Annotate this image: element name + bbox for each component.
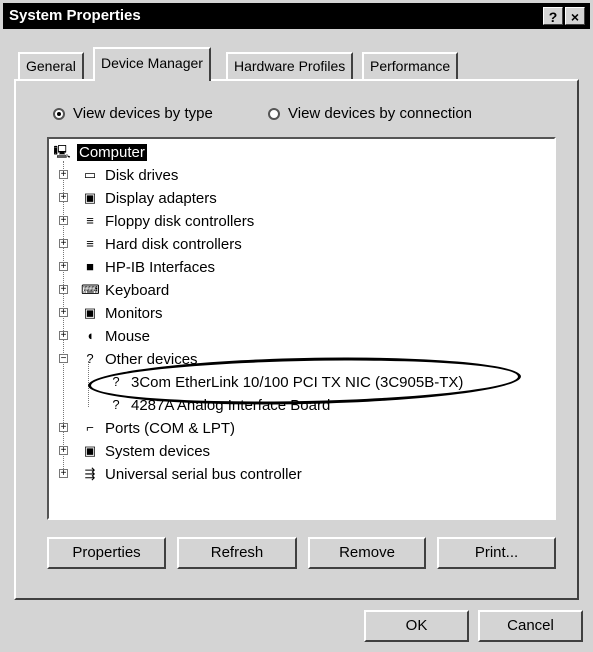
tree-item-label: Monitors xyxy=(105,304,163,322)
monitor-icon: ▣ xyxy=(83,305,97,320)
tree-item-label: HP-IB Interfaces xyxy=(105,258,216,276)
tree-root-computer[interactable]: 🖳 Computer xyxy=(53,141,147,163)
expand-icon[interactable]: + xyxy=(59,331,68,341)
keyboard-icon: ⌨ xyxy=(81,282,100,297)
properties-button[interactable]: Properties xyxy=(47,537,166,569)
tree-item-hp-ib-interfaces[interactable]: + ■ HP-IB Interfaces xyxy=(59,256,215,278)
tree-item-label: Ports (COM & LPT) xyxy=(105,419,236,437)
window-title: System Properties xyxy=(9,7,141,24)
expand-icon[interactable]: + xyxy=(59,469,68,479)
tree-item-label: Display adapters xyxy=(105,189,217,207)
tab-general[interactable]: General xyxy=(18,52,84,79)
system-properties-window: System Properties ? × General Device Man… xyxy=(0,0,593,652)
question-icon: ? xyxy=(112,397,120,412)
tree-item-floppy-disk-controllers[interactable]: + ≡ Floppy disk controllers xyxy=(59,210,254,232)
tree-item-ports[interactable]: + ⌐ Ports (COM & LPT) xyxy=(59,417,235,439)
tree-item-label: Universal serial bus controller xyxy=(105,465,302,483)
tree-item-label: Disk drives xyxy=(105,166,179,184)
system-device-icon: ▣ xyxy=(83,443,97,458)
tree-item-usb-controller[interactable]: + ⇶ Universal serial bus controller xyxy=(59,463,302,485)
tree-item-monitors[interactable]: + ▣ Monitors xyxy=(59,302,163,324)
floppy-controller-icon: ≡ xyxy=(86,213,94,228)
help-button[interactable]: ? xyxy=(543,7,563,25)
view-by-connection-label: View devices by connection xyxy=(288,105,472,122)
tree-item-keyboard[interactable]: + ⌨ Keyboard xyxy=(59,279,169,301)
tree-item-label: Keyboard xyxy=(105,281,170,299)
tree-item-label: System devices xyxy=(105,442,211,460)
expand-icon[interactable]: + xyxy=(59,239,68,249)
remove-button[interactable]: Remove xyxy=(308,537,426,569)
port-icon: ⌐ xyxy=(86,420,94,435)
tree-item-mouse[interactable]: + ◖ Mouse xyxy=(59,325,150,347)
expand-icon[interactable]: + xyxy=(59,308,68,318)
tree-item-system-devices[interactable]: + ▣ System devices xyxy=(59,440,210,462)
device-tree[interactable]: 🖳 Computer + ▭ Disk drives + ▣ Display a… xyxy=(47,137,556,520)
tree-item-label: Hard disk controllers xyxy=(105,235,242,253)
hard-disk-controller-icon: ≡ xyxy=(86,236,94,251)
expand-icon[interactable]: + xyxy=(59,446,68,456)
tree-item-display-adapters[interactable]: + ▣ Display adapters xyxy=(59,187,217,209)
cancel-button[interactable]: Cancel xyxy=(478,610,583,642)
view-by-connection-radio[interactable]: View devices by connection xyxy=(268,105,472,122)
tree-root-label: Computer xyxy=(77,143,147,161)
usb-icon: ⇶ xyxy=(84,466,96,481)
chip-icon: ■ xyxy=(86,259,94,274)
tab-device-manager[interactable]: Device Manager xyxy=(93,47,211,81)
refresh-button[interactable]: Refresh xyxy=(177,537,297,569)
tree-item-disk-drives[interactable]: + ▭ Disk drives xyxy=(59,164,178,186)
expand-icon[interactable]: + xyxy=(59,216,68,226)
monitor-icon: ▣ xyxy=(83,190,97,205)
question-icon: ? xyxy=(86,351,94,366)
ok-button[interactable]: OK xyxy=(364,610,469,642)
radio-selected-icon xyxy=(53,107,65,120)
print-button[interactable]: Print... xyxy=(437,537,556,569)
expand-icon[interactable]: + xyxy=(59,193,68,203)
tab-hardware-profiles[interactable]: Hardware Profiles xyxy=(226,52,354,79)
expand-icon[interactable]: + xyxy=(59,262,68,272)
expand-icon[interactable]: + xyxy=(59,285,68,295)
computer-icon: 🖳 xyxy=(53,144,71,159)
view-by-type-label: View devices by type xyxy=(73,105,213,122)
mouse-icon: ◖ xyxy=(86,328,94,343)
expand-icon[interactable]: + xyxy=(59,423,68,433)
close-button[interactable]: × xyxy=(565,7,585,25)
expand-icon[interactable]: + xyxy=(59,170,68,180)
tree-item-label: Mouse xyxy=(105,327,151,345)
radio-unselected-icon xyxy=(268,107,280,120)
tree-item-hard-disk-controllers[interactable]: + ≡ Hard disk controllers xyxy=(59,233,242,255)
tab-performance[interactable]: Performance xyxy=(362,52,459,79)
view-by-type-radio[interactable]: View devices by type xyxy=(53,105,213,122)
title-bar[interactable]: System Properties ? × xyxy=(3,3,590,29)
tree-item-label: Floppy disk controllers xyxy=(105,212,255,230)
collapse-icon[interactable]: − xyxy=(59,354,68,364)
disk-drive-icon: ▭ xyxy=(83,167,97,182)
